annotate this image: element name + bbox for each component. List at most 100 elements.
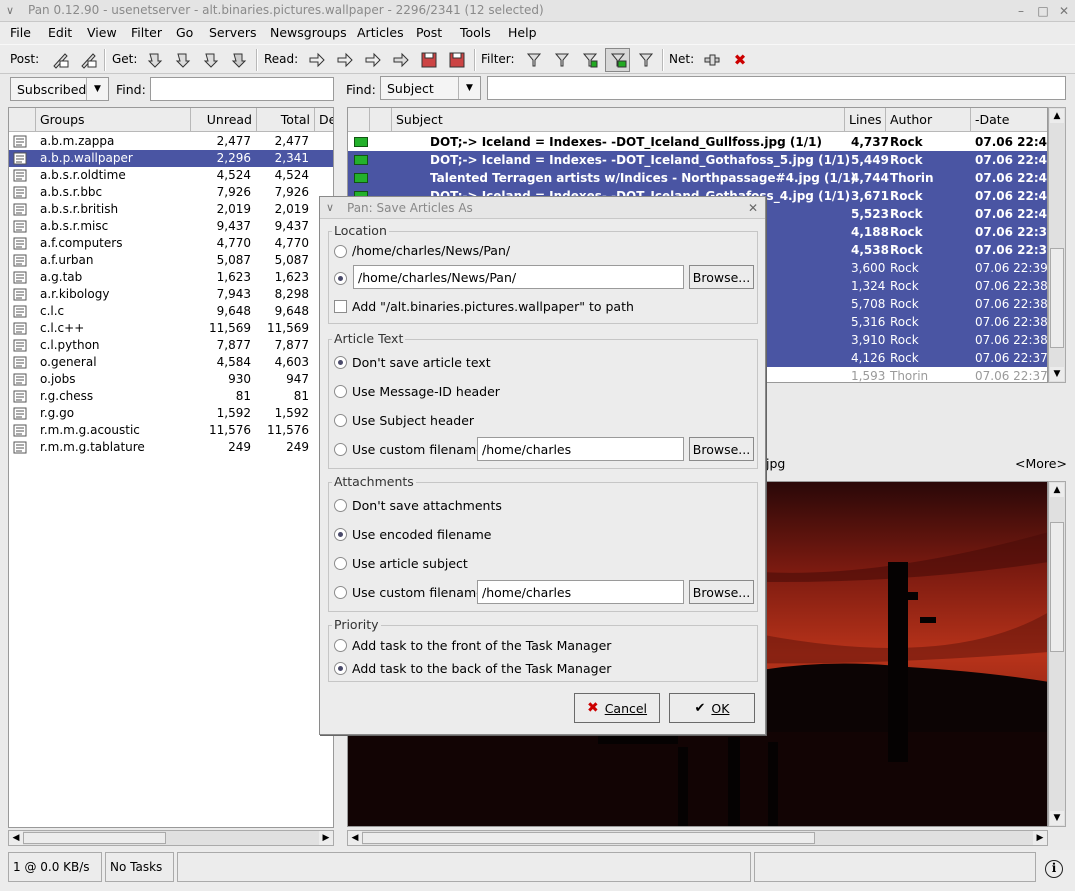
group-row[interactable]: c.l.c 9,648 9,648	[9, 303, 333, 320]
ok-button[interactable]: ✔ OK	[669, 693, 755, 723]
menu-edit[interactable]: Edit	[48, 25, 72, 40]
menu-help[interactable]: Help	[508, 25, 537, 40]
close-icon[interactable]: ✕	[1057, 4, 1071, 18]
scroll-thumb[interactable]	[1050, 522, 1064, 652]
minimize-icon[interactable]: –	[1014, 4, 1028, 18]
priority-front-radio[interactable]	[334, 639, 347, 652]
menu-view[interactable]: View	[87, 25, 117, 40]
header-row[interactable]: DOT;-> Iceland = Indexes- -DOT_Iceland_G…	[348, 133, 1047, 151]
group-row[interactable]: a.b.s.r.british 2,019 2,019	[9, 201, 333, 218]
group-find-input[interactable]	[150, 77, 334, 101]
filter-cached-icon[interactable]	[579, 49, 601, 71]
scroll-up-icon[interactable]: ▲	[1050, 483, 1064, 497]
dialog-menu-icon[interactable]: ∨	[326, 201, 334, 214]
body-more-link[interactable]: <More>	[1015, 456, 1067, 471]
group-list[interactable]: Groups Unread Total De a.b.m.zappa 2,477 2…	[8, 107, 334, 828]
menu-servers[interactable]: Servers	[209, 25, 257, 40]
read-next-unread-thread-icon[interactable]	[390, 49, 412, 71]
group-row[interactable]: a.f.urban 5,087 5,087	[9, 252, 333, 269]
task-status[interactable]: No Tasks	[105, 852, 174, 882]
group-row[interactable]: o.general 4,584 4,603	[9, 354, 333, 371]
group-row[interactable]: a.b.p.wallpaper 2,296 2,341	[9, 150, 333, 167]
body-hscrollbar[interactable]: ◀ ▶	[347, 830, 1048, 846]
cancel-button[interactable]: ✖ Cancel	[574, 693, 660, 723]
group-row[interactable]: c.l.c++ 11,569 11,569	[9, 320, 333, 337]
location-default-radio[interactable]	[334, 245, 347, 258]
header-row[interactable]: DOT;-> Iceland = Indexes- -DOT_Iceland_G…	[348, 151, 1047, 169]
menu-tools[interactable]: Tools	[460, 25, 491, 40]
read-next-thread-icon[interactable]	[362, 49, 384, 71]
header-col-date-header[interactable]: -Date	[971, 108, 1047, 132]
add-group-to-path-checkbox[interactable]	[334, 300, 347, 313]
header-find-mode-select[interactable]: Subject ▼	[380, 76, 481, 100]
attach-custom-filename-input[interactable]: /home/charles	[477, 580, 684, 604]
group-list-hscrollbar[interactable]: ◀ ▶	[8, 830, 334, 846]
group-row[interactable]: r.m.m.g.acoustic 11,576 11,576	[9, 422, 333, 439]
group-row[interactable]: a.f.computers 4,770 4,770	[9, 235, 333, 252]
article-dont-save-radio[interactable]	[334, 356, 347, 369]
scroll-down-icon[interactable]: ▼	[1050, 811, 1064, 825]
article-custom-radio[interactable]	[334, 443, 347, 456]
attach-dont-save-radio[interactable]	[334, 499, 347, 512]
group-row[interactable]: a.b.m.zappa 2,477 2,477	[9, 133, 333, 150]
group-row[interactable]: r.g.go 1,592 1,592	[9, 405, 333, 422]
article-subject-label[interactable]: Use Subject header	[352, 413, 474, 428]
priority-back-label[interactable]: Add task to the back of the Task Manager	[352, 661, 611, 676]
priority-back-radio[interactable]	[334, 662, 347, 675]
attach-subject-label[interactable]: Use article subject	[352, 556, 468, 571]
cancel-task-icon[interactable]: ✖	[729, 49, 751, 71]
article-browse-button[interactable]: Browse...	[689, 437, 754, 461]
article-custom-label[interactable]: Use custom filename	[352, 442, 484, 457]
group-row[interactable]: a.g.tab 1,623 1,623	[9, 269, 333, 286]
location-custom-radio[interactable]	[334, 272, 347, 285]
header-col-icon-header[interactable]	[370, 108, 392, 132]
article-msgid-label[interactable]: Use Message-ID header	[352, 384, 500, 399]
get-new-headers-icon[interactable]	[144, 49, 166, 71]
header-col-author-header[interactable]: Author	[886, 108, 971, 132]
scroll-thumb[interactable]	[23, 832, 166, 844]
filter-watched-icon[interactable]	[635, 49, 657, 71]
menu-go[interactable]: Go	[176, 25, 193, 40]
read-next-unread-icon[interactable]	[334, 49, 356, 71]
post-article-icon[interactable]	[49, 49, 71, 71]
header-row[interactable]: Talented Terragen artists w/Indices - No…	[348, 169, 1047, 187]
get-all-icon[interactable]	[228, 49, 250, 71]
scroll-right-icon[interactable]: ▶	[319, 831, 333, 845]
menu-file[interactable]: File	[10, 25, 31, 40]
scroll-thumb[interactable]	[362, 832, 815, 844]
menu-filter[interactable]: Filter	[131, 25, 162, 40]
location-path-input[interactable]: /home/charles/News/Pan/	[353, 265, 684, 289]
group-col-desc-header[interactable]: De	[315, 108, 333, 132]
group-row[interactable]: r.g.chess 81 81	[9, 388, 333, 405]
get-bodies-icon[interactable]	[200, 49, 222, 71]
attach-custom-label[interactable]: Use custom filename	[352, 585, 484, 600]
header-find-input[interactable]	[487, 76, 1066, 100]
window-menu-icon[interactable]: ∨	[6, 4, 14, 17]
group-mode-select[interactable]: Subscribed ▼	[10, 77, 109, 101]
header-col-subject-header[interactable]: Subject	[392, 108, 845, 132]
group-row[interactable]: a.b.s.r.misc 9,437 9,437	[9, 218, 333, 235]
info-icon[interactable]: i	[1045, 860, 1063, 878]
menu-articles[interactable]: Articles	[357, 25, 404, 40]
attach-browse-button[interactable]: Browse...	[689, 580, 754, 604]
menu-newsgroups[interactable]: Newsgroups	[270, 25, 347, 40]
scroll-left-icon[interactable]: ◀	[9, 831, 23, 845]
group-col-name-header[interactable]: Groups	[36, 108, 191, 132]
article-dont-save-label[interactable]: Don't save article text	[352, 355, 491, 370]
group-row[interactable]: a.r.kibology 7,943 8,298	[9, 286, 333, 303]
header-col-lines-header[interactable]: Lines	[845, 108, 886, 132]
attach-subject-radio[interactable]	[334, 557, 347, 570]
attach-encoded-label[interactable]: Use encoded filename	[352, 527, 491, 542]
header-list-vscrollbar[interactable]: ▲ ▼	[1048, 107, 1066, 383]
save-icon[interactable]	[418, 49, 440, 71]
scroll-right-icon[interactable]: ▶	[1033, 831, 1047, 845]
group-col-total-header[interactable]: Total	[257, 108, 315, 132]
filter-read-icon[interactable]	[551, 49, 573, 71]
group-row[interactable]: a.b.s.r.oldtime 4,524 4,524	[9, 167, 333, 184]
attach-encoded-radio[interactable]	[334, 528, 347, 541]
add-group-to-path-label[interactable]: Add "/alt.binaries.pictures.wallpaper" t…	[352, 299, 634, 314]
save-as-icon[interactable]	[446, 49, 468, 71]
group-col-unread-header[interactable]: Unread	[191, 108, 257, 132]
scroll-thumb[interactable]	[1050, 248, 1064, 348]
priority-front-label[interactable]: Add task to the front of the Task Manage…	[352, 638, 611, 653]
